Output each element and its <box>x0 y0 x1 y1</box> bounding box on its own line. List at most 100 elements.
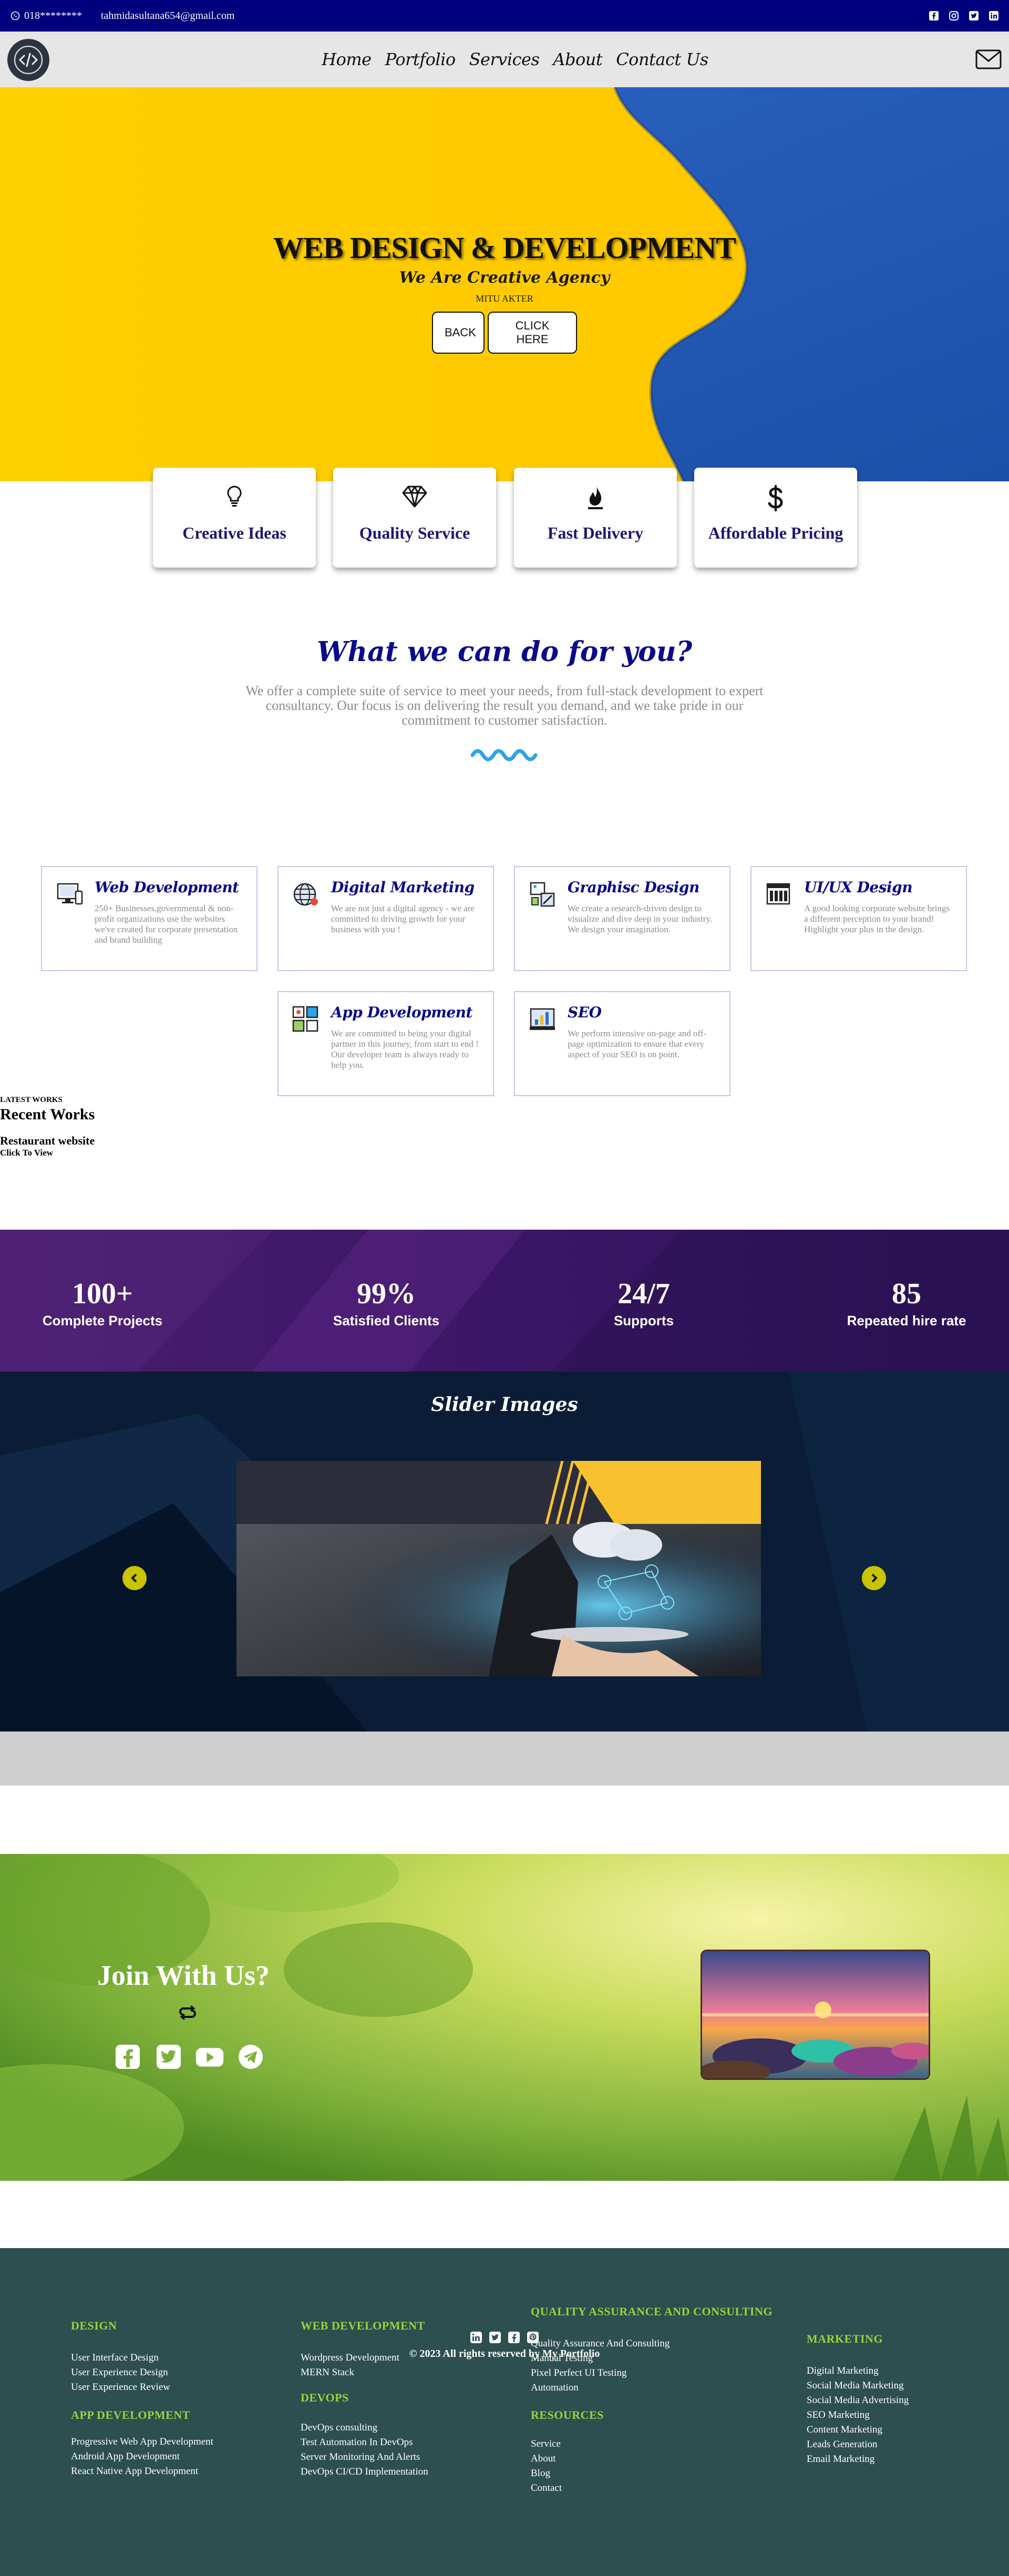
footer-link[interactable]: Automation <box>531 2381 773 2395</box>
join-section: Join With Us? <box>0 1854 1009 2181</box>
footer-link[interactable]: React Native App Development <box>71 2464 213 2479</box>
footer-col-devops: DEVOPS DevOps consulting Test Automation… <box>301 2391 428 2479</box>
grey-divider-band <box>0 1732 1009 1786</box>
stat-supports: 24/7 Supports <box>549 1277 738 1329</box>
feature-card-quality[interactable]: Quality Service <box>333 468 496 568</box>
instagram-icon[interactable] <box>948 10 960 22</box>
contact-info: 018******** tahmidasultana654@gmail.com <box>9 10 234 22</box>
footer-link[interactable]: MERN Stack <box>301 2365 425 2380</box>
footer-link[interactable]: User Experience Review <box>71 2380 170 2395</box>
youtube-icon[interactable] <box>195 2042 224 2072</box>
top-contact-bar: 018******** tahmidasultana654@gmail.com <box>0 0 1009 32</box>
footer-link[interactable]: Service <box>531 2437 604 2451</box>
stat-value: 85 <box>892 1277 921 1310</box>
recent-title: Recent Works <box>0 1106 95 1123</box>
back-button[interactable]: BACK <box>432 312 485 354</box>
nav-portfolio[interactable]: Portfolio <box>385 49 456 69</box>
service-card-digital-marketing[interactable]: Digital Marketing We are not just a digi… <box>277 866 494 971</box>
footer-link[interactable]: Social Media Marketing <box>807 2378 909 2393</box>
footer-link[interactable]: SEO Marketing <box>807 2408 909 2423</box>
nav-menu: Home Portfolio Services About Contact Us <box>0 32 1009 87</box>
linkedin-icon[interactable] <box>469 2331 483 2344</box>
nav-about[interactable]: About <box>553 49 602 69</box>
stat-hire-rate: 85 Repeated hire rate <box>812 1277 1001 1329</box>
footer-link[interactable]: DevOps consulting <box>301 2420 428 2435</box>
facebook-icon[interactable] <box>113 2042 142 2072</box>
section-description: We offer a complete suite of service to … <box>245 683 764 728</box>
chevron-left-icon <box>131 1573 137 1583</box>
footer-link[interactable]: Leads Generation <box>807 2437 909 2452</box>
click-here-button[interactable]: CLICK HERE <box>488 312 577 354</box>
recent-kicker: LATEST WORKS <box>0 1096 63 1104</box>
stat-value: 100+ <box>72 1277 133 1310</box>
footer-link[interactable]: Server Monitoring And Alerts <box>301 2450 428 2465</box>
ui-layout-icon <box>764 880 794 909</box>
phone-item[interactable]: 018******** <box>9 10 82 22</box>
dollar-icon <box>694 485 857 511</box>
feature-label: Creative Ideas <box>182 523 286 542</box>
nav-home[interactable]: Home <box>322 49 372 69</box>
join-title: Join With Us? <box>97 1960 270 1991</box>
hero-content: WEB DESIGN & DEVELOPMENT We Are Creative… <box>0 230 1009 354</box>
footer-col-resources: RESOURCES Service About Blog Contact <box>531 2408 604 2496</box>
footer-link[interactable]: Social Media Advertising <box>807 2393 909 2408</box>
service-card-graphic-design[interactable]: Graphisc Design We create a research-dri… <box>514 866 730 971</box>
stat-value: 99% <box>357 1277 416 1310</box>
stat-clients: 99% Satisfied Clients <box>292 1277 481 1329</box>
section-title: What we can do for you? <box>316 636 693 668</box>
footer-link[interactable]: About <box>531 2451 604 2466</box>
footer-link[interactable]: Android App Development <box>71 2449 213 2464</box>
top-social-links <box>928 10 1000 22</box>
footer-link[interactable]: Test Automation In DevOps <box>301 2435 428 2450</box>
chevron-right-icon <box>871 1573 878 1583</box>
footer-links: Service About Blog Contact <box>531 2437 604 2496</box>
seo-chart-icon <box>528 1005 557 1034</box>
hero-title: WEB DESIGN & DEVELOPMENT <box>273 231 736 265</box>
feature-card-pricing[interactable]: Affordable Pricing <box>694 468 857 568</box>
service-card-app-development[interactable]: App Development We are committed to bein… <box>277 991 494 1096</box>
footer-links: DevOps consulting Test Automation In Dev… <box>301 2420 428 2479</box>
click-to-view-link[interactable]: Click To View <box>0 1148 95 1158</box>
desktop-icon <box>55 880 84 909</box>
service-card-web-development[interactable]: Web Development 250+ Businesses,governme… <box>41 866 258 971</box>
facebook-icon[interactable] <box>507 2331 521 2344</box>
service-title: App Development <box>331 1004 472 1021</box>
service-title: UI/UX Design <box>804 879 913 896</box>
linkedin-icon[interactable] <box>988 10 1000 22</box>
footer-link[interactable]: Email Marketing <box>807 2452 909 2467</box>
footer-link[interactable]: Content Marketing <box>807 2423 909 2437</box>
slider-next-button[interactable] <box>862 1566 886 1590</box>
twitter-icon[interactable] <box>488 2331 502 2344</box>
footer-links: Quality Assurance And Consulting Manual … <box>531 2336 773 2395</box>
telegram-icon[interactable] <box>236 2042 265 2072</box>
service-card-seo[interactable]: SEO We perform intensive on-page and off… <box>514 991 730 1096</box>
work-item-title: Restaurant website <box>0 1134 95 1147</box>
footer-link[interactable]: Digital Marketing <box>807 2364 909 2378</box>
nav-contact[interactable]: Contact Us <box>616 49 708 69</box>
footer-link[interactable]: Contact <box>531 2481 604 2496</box>
email-item[interactable]: tahmidasultana654@gmail.com <box>101 10 234 22</box>
footer-link[interactable]: Progressive Web App Development <box>71 2435 213 2449</box>
feature-card-creative[interactable]: Creative Ideas <box>153 468 316 568</box>
feature-cards: Creative Ideas Quality Service Fast Deli… <box>0 468 1009 573</box>
footer-heading: APP DEVELOPMENT <box>71 2408 190 2422</box>
envelope-icon[interactable] <box>974 46 1003 73</box>
twitter-icon[interactable] <box>154 2042 183 2072</box>
facebook-icon[interactable] <box>928 10 940 22</box>
footer-link[interactable]: Pixel Perfect UI Testing <box>531 2366 773 2381</box>
slider-prev-button[interactable] <box>122 1566 147 1590</box>
pinterest-icon[interactable] <box>526 2331 540 2344</box>
app-blocks-icon <box>291 1005 321 1034</box>
service-title: SEO <box>568 1004 602 1021</box>
nav-services[interactable]: Services <box>469 49 540 69</box>
service-card-ui-ux-design[interactable]: UI/UX Design A good looking corporate we… <box>750 866 967 971</box>
main-navbar: Home Portfolio Services About Contact Us <box>0 32 1009 87</box>
twitter-icon[interactable] <box>968 10 980 22</box>
feature-card-delivery[interactable]: Fast Delivery <box>514 468 677 568</box>
service-description: We are not just a digital agency - we ar… <box>331 903 475 934</box>
service-title: Graphisc Design <box>568 879 699 896</box>
services-intro: What we can do for you? We offer a compl… <box>0 636 1009 767</box>
footer-link[interactable]: DevOps CI/CD Implementation <box>301 2465 428 2479</box>
footer-link[interactable]: User Experience Design <box>71 2365 170 2380</box>
footer-link[interactable]: Blog <box>531 2466 604 2481</box>
